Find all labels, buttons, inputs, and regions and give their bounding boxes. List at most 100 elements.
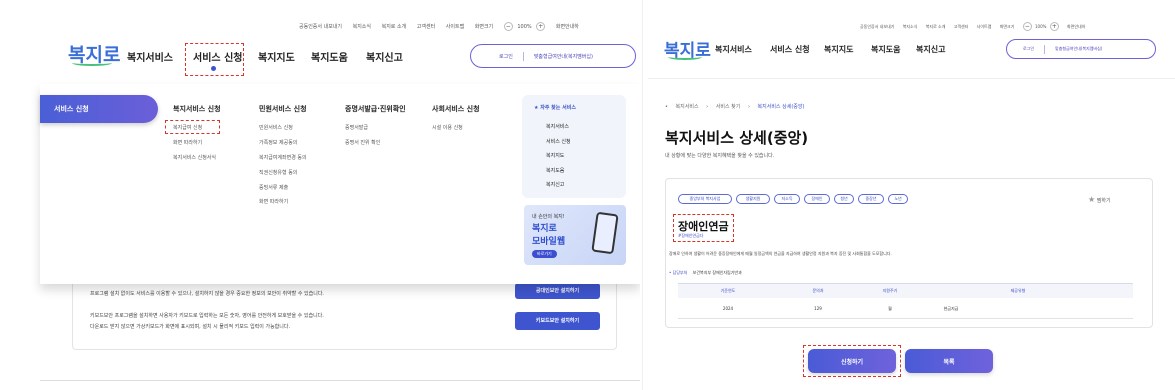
menu-item[interactable]: 복지급여계좌변경 동의 <box>259 154 307 161</box>
gnb-welfare-help[interactable]: 복지도움 <box>311 49 348 64</box>
menu-item[interactable]: 복지서비스 신청서식 <box>173 154 216 161</box>
bg-text: 다운로드 받지 않으면 가상키보드가 화면에 표시되며, 설치 시 물리적 키보… <box>90 324 291 330</box>
keyboard-security-install-button[interactable]: 키보드보안 설치하기 <box>515 312 600 330</box>
zoom-in-button[interactable]: + <box>1049 22 1059 31</box>
page-title: 복지서비스 상세(중앙) <box>665 129 809 147</box>
divider <box>1044 44 1046 54</box>
util-link[interactable]: 화면안내하 <box>1067 24 1085 29</box>
table-header: 지원주기 <box>882 288 898 293</box>
department-label: 담당부처 <box>672 270 688 275</box>
banner-title: 복지로 <box>532 224 557 234</box>
category-tag[interactable]: 노년 <box>888 194 908 204</box>
menu-item[interactable]: 화면 따라하기 <box>173 139 202 146</box>
frequent-item[interactable]: 서비스 신청 <box>546 138 571 145</box>
util-link[interactable]: 공동인증서 내보내기 <box>860 24 894 29</box>
table-cell: 월 <box>888 306 892 311</box>
membership-link[interactable]: 맞춤형급여안내(복지멤버십) <box>534 53 593 60</box>
table-cell: 현금지급 <box>943 306 959 311</box>
gnb-welfare-map[interactable]: 복지지도 <box>824 44 853 55</box>
menu-item[interactable]: 증명서 진위 확인 <box>345 139 380 146</box>
list-button[interactable]: 목록 <box>905 349 993 373</box>
frequent-item[interactable]: 복지서비스 <box>546 123 569 130</box>
mobile-web-banner[interactable]: 내 손안의 복지! 복지로 모바일웹 바로가기 <box>524 205 626 265</box>
menu-item[interactable]: 시설 이용 신청 <box>432 124 463 131</box>
util-link[interactable]: 공동인증서 내보내기 <box>299 24 342 30</box>
gnb-service-apply[interactable]: 서비스 신청 <box>770 44 810 55</box>
left-screenshot: 공동인증서 내보내기 복지소식 복지로 소개 고객센터 사이트맵 화면크기 − … <box>0 0 640 390</box>
department-value: 보건복지부 장애인자립기반과 <box>692 270 742 275</box>
table-cell: 2024 <box>722 306 734 311</box>
frequent-item[interactable]: 복지신고 <box>546 181 564 188</box>
menu-item[interactable]: 증명서발급 <box>345 124 368 131</box>
service-description: 장애로 인하여 생활이 어려운 중증장애인에게 매월 일정금액의 연금을 지급하… <box>669 251 892 256</box>
breadcrumb-item[interactable]: 서비스 찾기 <box>716 104 741 110</box>
zoom-in-button[interactable]: + <box>536 22 546 31</box>
util-link[interactable]: 사이트맵 <box>446 24 464 30</box>
highlight-box <box>185 43 244 76</box>
chevron-right-icon: › <box>747 104 750 110</box>
util-link[interactable]: 고객센터 <box>417 24 435 30</box>
logo-smile-icon <box>668 54 702 60</box>
gnb-welfare-service[interactable]: 복지서비스 <box>127 49 173 64</box>
star-icon: ★ <box>1088 195 1096 204</box>
util-link[interactable]: 화면안내하 <box>556 24 579 30</box>
menu-item[interactable]: 화면 따라하기 <box>259 198 288 205</box>
table-header: 기준연도 <box>720 288 736 293</box>
security-install-button[interactable]: 공대인보안 설치하기 <box>515 283 600 299</box>
menu-item[interactable]: 직권신청유형 동의 <box>259 169 297 176</box>
menu-item[interactable]: 가족정보 제공동의 <box>259 139 297 146</box>
table-cell: 129 <box>814 306 822 311</box>
category-tag[interactable]: 저소득 <box>774 194 800 204</box>
divider <box>40 380 640 381</box>
util-link[interactable]: 사이트맵 <box>977 24 992 29</box>
menu-col-header[interactable]: 민원서비스 신청 <box>259 104 307 114</box>
zoom-out-button[interactable]: − <box>503 22 513 31</box>
breadcrumb-current: 복지서비스 상세(중앙) <box>757 104 805 110</box>
active-dot-icon <box>211 66 216 71</box>
menu-item[interactable]: 증빙서류 제출 <box>259 184 288 191</box>
banner-caption: 내 손안의 복지! <box>532 214 565 220</box>
frequent-item[interactable]: 복지도움 <box>546 167 564 174</box>
util-link[interactable]: 복지로 소개 <box>926 24 946 29</box>
category-tag[interactable]: 중장년 <box>858 194 884 204</box>
util-link[interactable]: 복지소식 <box>903 24 918 29</box>
favorite-button[interactable]: ★ 찜하기 <box>1088 195 1111 204</box>
menu-col-header[interactable]: 복지서비스 신청 <box>173 104 221 114</box>
util-link[interactable]: 복지소식 <box>353 24 371 30</box>
home-icon[interactable]: • <box>665 104 668 110</box>
menu-col-header[interactable]: 사회서비스 신청 <box>432 104 480 114</box>
bullet-icon: • <box>669 270 672 275</box>
util-link[interactable]: 고객센터 <box>954 24 969 29</box>
star-icon: ★ <box>534 105 539 111</box>
category-tag[interactable]: 중앙부처 복지사업 <box>678 194 732 204</box>
gnb-welfare-help[interactable]: 복지도움 <box>871 44 900 55</box>
zoom-value: 100% <box>517 24 532 30</box>
mega-menu-side-title: 서비스 신청 <box>40 95 158 123</box>
membership-link[interactable]: 맞춤형급여안내(복지멤버십) <box>1055 46 1102 52</box>
login-button[interactable]: 로그인 <box>1023 46 1034 52</box>
gnb-welfare-service[interactable]: 복지서비스 <box>715 44 752 55</box>
category-tag[interactable]: 생활지원 <box>736 194 770 204</box>
gnb-welfare-report[interactable]: 복지신고 <box>366 49 403 64</box>
gnb-welfare-map[interactable]: 복지지도 <box>258 49 295 64</box>
login-bar: 로그인 맞춤형급여안내(복지멤버십) <box>470 44 636 68</box>
highlight-box <box>803 345 901 377</box>
utility-bar: 공동인증서 내보내기 복지소식 복지로 소개 고객센터 사이트맵 화면크기 − … <box>290 22 579 31</box>
panel-separator <box>642 0 643 390</box>
category-tag[interactable]: 장애인 <box>804 194 830 204</box>
zoom-value: 100% <box>1034 24 1047 29</box>
gnb-welfare-report[interactable]: 복지신고 <box>916 44 945 55</box>
util-link[interactable]: 복지로 소개 <box>382 24 407 30</box>
zoom-out-button[interactable]: − <box>1022 22 1032 31</box>
banner-go-button[interactable]: 바로가기 <box>532 250 557 258</box>
util-link: 화면크기 <box>999 24 1015 29</box>
right-screenshot: 공동인증서 내보내기 복지소식 복지로 소개 고객센터 사이트맵 화면크기 − … <box>648 0 1175 390</box>
page-subtitle: 내 상황에 맞는 다양한 복지혜택을 찾을 수 있습니다. <box>665 153 775 159</box>
menu-col-header[interactable]: 증명서발급·진위확인 <box>345 104 406 114</box>
frequent-item[interactable]: 복지지도 <box>546 152 564 159</box>
department-row: • 담당부처 보건복지부 장애인자립기반과 <box>669 270 742 276</box>
login-button[interactable]: 로그인 <box>499 53 513 60</box>
menu-item[interactable]: 민원서비스 신청 <box>259 124 293 131</box>
breadcrumb-item[interactable]: 복지서비스 <box>676 104 699 110</box>
category-tag[interactable]: 청년 <box>834 194 854 204</box>
